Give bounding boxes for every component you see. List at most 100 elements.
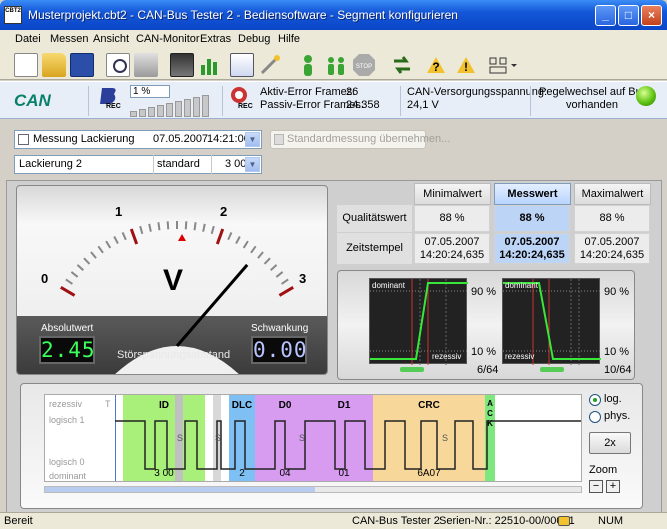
meter-tick (242, 240, 249, 249)
chevron-down-icon[interactable]: ▼ (245, 132, 260, 147)
scale-label-1: 1 (115, 204, 122, 219)
close-button[interactable]: × (641, 5, 662, 26)
new-file-icon[interactable] (14, 53, 38, 77)
scope-slider-left[interactable] (400, 367, 424, 372)
radio-log[interactable] (589, 394, 601, 406)
app-icon[interactable]: CBT2 (4, 6, 22, 24)
meter-tick (275, 271, 284, 278)
busload-bar (193, 97, 200, 117)
serial-number: Serien-Nr.: 22510-00/00001 (439, 515, 575, 527)
segment-select[interactable]: Lackierung 2 standard 3 00 ▼ (14, 155, 262, 174)
meter-tick (257, 251, 264, 259)
busload-bar (202, 95, 209, 117)
row-label-qualitaet: Qualitätswert (337, 205, 412, 232)
meter-tick (105, 240, 112, 249)
meter-caption: Störspannungsabstand (117, 349, 231, 361)
measurement-name: Messung Lackierung (33, 133, 135, 145)
aktiv-error-value: 26 (346, 86, 359, 98)
bus-status-bar: CAN REC 1 % REC Aktiv-Error Frames: 26 P… (0, 81, 667, 119)
menu-hilfe[interactable]: Hilfe (278, 33, 300, 45)
chevron-down-icon[interactable]: ▼ (245, 157, 260, 172)
zeitstempel-mess: 07.05.2007 14:20:24,635 (494, 233, 570, 264)
scope-falling-plot: dominant rezessiv (370, 279, 468, 365)
svg-text:rezessiv: rezessiv (505, 352, 534, 361)
column-divider (153, 155, 154, 174)
radio-phys[interactable] (589, 411, 601, 423)
standardmessung-button[interactable]: Standardmessung übernehmen... (270, 130, 450, 149)
measurement-select[interactable]: Messung Lackierung 07.05.2007 14:21:00 ▼ (14, 130, 262, 149)
minimize-button[interactable]: _ (595, 5, 616, 26)
person-icon[interactable] (296, 53, 320, 77)
zoom-in-button[interactable]: + (606, 480, 620, 493)
menu-ansicht[interactable]: Ansicht (93, 33, 129, 45)
svg-text:S: S (442, 433, 448, 443)
report-icon[interactable] (230, 53, 254, 77)
header-minimalwert: Minimalwert (414, 183, 491, 205)
chart-icon[interactable] (198, 53, 222, 77)
help-icon[interactable]: ? (424, 53, 448, 77)
aktiv-error-label: Aktiv-Error Frames: (260, 86, 356, 98)
busload-value: 1 % (130, 85, 170, 98)
menu-debug[interactable]: Debug (238, 33, 270, 45)
busload-bar (148, 107, 155, 117)
reference-marker (178, 234, 186, 241)
print-preview-icon[interactable] (106, 53, 130, 77)
absolut-label: Absolutwert (41, 323, 94, 334)
device-name: CAN-Bus Tester 2 (352, 515, 440, 527)
menu-can-monitor[interactable]: CAN-Monitor (136, 33, 200, 45)
menu-messen[interactable]: Messen (50, 33, 89, 45)
trace-scrollbar[interactable] (44, 486, 582, 493)
meter-tick (210, 225, 215, 235)
meter-tick (121, 232, 127, 241)
passiv-error-value: 24.358 (346, 99, 380, 111)
meter-tick (202, 223, 206, 232)
refresh-icon[interactable] (390, 53, 414, 77)
svg-text:S: S (177, 433, 183, 443)
can-logo: CAN (14, 91, 51, 110)
document-icon (18, 134, 29, 145)
stop-icon[interactable]: STOP (352, 53, 376, 77)
qualitaet-max: 88 % (574, 205, 650, 232)
meter-tick (250, 245, 257, 254)
maximize-button[interactable]: □ (618, 5, 639, 26)
status-bar: Bereit CAN-Bus Tester 2 Serien-Nr.: 2251… (0, 512, 667, 529)
busload-bar (184, 99, 191, 117)
info-icon[interactable]: ! (454, 53, 478, 77)
meter-tick (157, 222, 161, 231)
record-icon[interactable]: REC (96, 86, 121, 114)
separator (400, 86, 401, 116)
status-text: Bereit (4, 515, 33, 527)
layout-icon[interactable] (488, 53, 517, 77)
wizard-icon[interactable] (258, 53, 282, 77)
network-icon[interactable] (170, 53, 194, 77)
frame-trace[interactable]: rezessiv logisch 1 logisch 0 dominant T … (44, 394, 582, 482)
meter-tick (76, 264, 85, 271)
svg-text:dominant: dominant (505, 281, 539, 290)
menu-extras[interactable]: Extras (200, 33, 231, 45)
count-left: 6/64 (477, 364, 499, 376)
scope-rising-plot: dominant rezessiv (503, 279, 601, 365)
absolut-display: 2.45 (39, 336, 96, 364)
zoom-label: Zoom (589, 464, 618, 476)
column-divider (211, 155, 212, 174)
open-folder-icon[interactable] (42, 53, 66, 77)
bit-waveform: S S S S (115, 420, 581, 470)
schwankung-label: Schwankung (251, 323, 309, 334)
device-icon (558, 516, 570, 526)
meter-tick (148, 223, 152, 232)
print-icon[interactable] (134, 53, 158, 77)
zoom-out-button[interactable]: − (589, 480, 603, 493)
meter-tick (215, 228, 225, 245)
scope-slider-right[interactable] (540, 367, 564, 372)
scrollbar-thumb[interactable] (45, 487, 315, 492)
people-icon[interactable] (324, 53, 348, 77)
num-indicator: NUM (598, 515, 624, 527)
separator (530, 86, 531, 116)
save-icon[interactable] (70, 53, 94, 77)
meter-tick (129, 228, 139, 245)
error-record-icon[interactable]: REC (228, 86, 253, 114)
meter-tick (193, 222, 197, 231)
zeitstempel-max: 07.05.2007 14:20:24,635 (574, 233, 650, 264)
menu-datei[interactable]: Datei (15, 33, 41, 45)
zoom-factor-button[interactable]: 2x (589, 432, 631, 454)
